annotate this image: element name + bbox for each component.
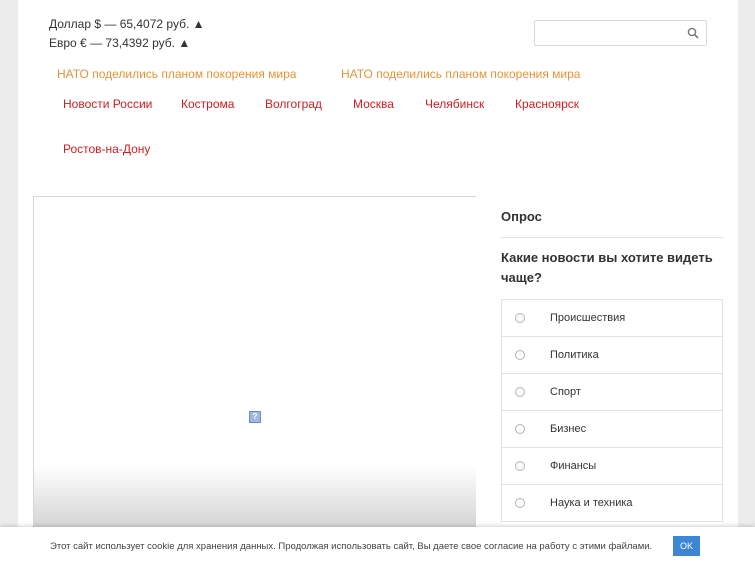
dollar-rate: Доллар $ — 65,4072 руб. ▲ <box>49 17 205 31</box>
cookie-ok-button[interactable]: OK <box>673 536 700 556</box>
poll-option-label: Происшествия <box>550 312 626 324</box>
search-box <box>534 20 707 46</box>
poll-title: Опрос <box>501 209 542 224</box>
search-icon[interactable] <box>687 27 699 39</box>
search-input[interactable] <box>535 21 675 45</box>
radio-button[interactable] <box>515 350 525 360</box>
poll-option[interactable]: Бизнес <box>502 411 722 448</box>
poll-option[interactable]: Происшествия <box>502 300 722 337</box>
poll-option-label: Наука и техника <box>550 497 633 509</box>
poll-option[interactable]: Наука и техника <box>502 485 722 522</box>
poll-option-label: Политика <box>550 349 599 361</box>
currency-rates: Доллар $ — 65,4072 руб. ▲ Евро € — 73,43… <box>49 15 205 53</box>
nav-item-krasnoyarsk[interactable]: Красноярск <box>515 97 579 111</box>
broken-image-icon: ? <box>249 411 261 423</box>
poll-option-label: Финансы <box>550 460 597 472</box>
nav-item-volgograd[interactable]: Волгоград <box>265 97 322 111</box>
cookie-message: Этот сайт использует cookie для хранения… <box>50 541 653 552</box>
poll-options: Происшествия Политика Спорт Бизнес Финан… <box>501 299 723 522</box>
nav-item-chelyabinsk[interactable]: Челябинск <box>425 97 484 111</box>
page-container: Доллар $ — 65,4072 руб. ▲ Евро € — 73,43… <box>18 0 738 566</box>
nav-item-kostroma[interactable]: Кострома <box>181 97 234 111</box>
radio-button[interactable] <box>515 461 525 471</box>
ticker-link[interactable]: НАТО поделились планом покорения мира <box>341 67 580 81</box>
cookie-banner: Этот сайт использует cookie для хранения… <box>0 527 755 566</box>
radio-button[interactable] <box>515 313 525 323</box>
nav-item-moscow[interactable]: Москва <box>353 97 394 111</box>
poll-question: Какие новости вы хотите видеть чаще? <box>501 250 713 285</box>
nav-item-rostov[interactable]: Ростов-на-Дону <box>63 142 150 156</box>
poll-option[interactable]: Политика <box>502 337 722 374</box>
ticker-link[interactable]: НАТО поделились планом покорения мира <box>57 67 296 81</box>
nav-item-russia[interactable]: Новости России <box>63 97 152 111</box>
media-gradient <box>34 465 476 535</box>
poll-option[interactable]: Спорт <box>502 374 722 411</box>
radio-button[interactable] <box>515 387 525 397</box>
poll-option-label: Спорт <box>550 386 581 398</box>
euro-rate: Евро € — 73,4392 руб. ▲ <box>49 36 191 50</box>
radio-button[interactable] <box>515 498 525 508</box>
poll-divider <box>501 237 723 238</box>
poll-option-label: Бизнес <box>550 423 587 435</box>
poll-option[interactable]: Финансы <box>502 448 722 485</box>
radio-button[interactable] <box>515 424 525 434</box>
featured-media[interactable]: ? <box>33 196 476 536</box>
